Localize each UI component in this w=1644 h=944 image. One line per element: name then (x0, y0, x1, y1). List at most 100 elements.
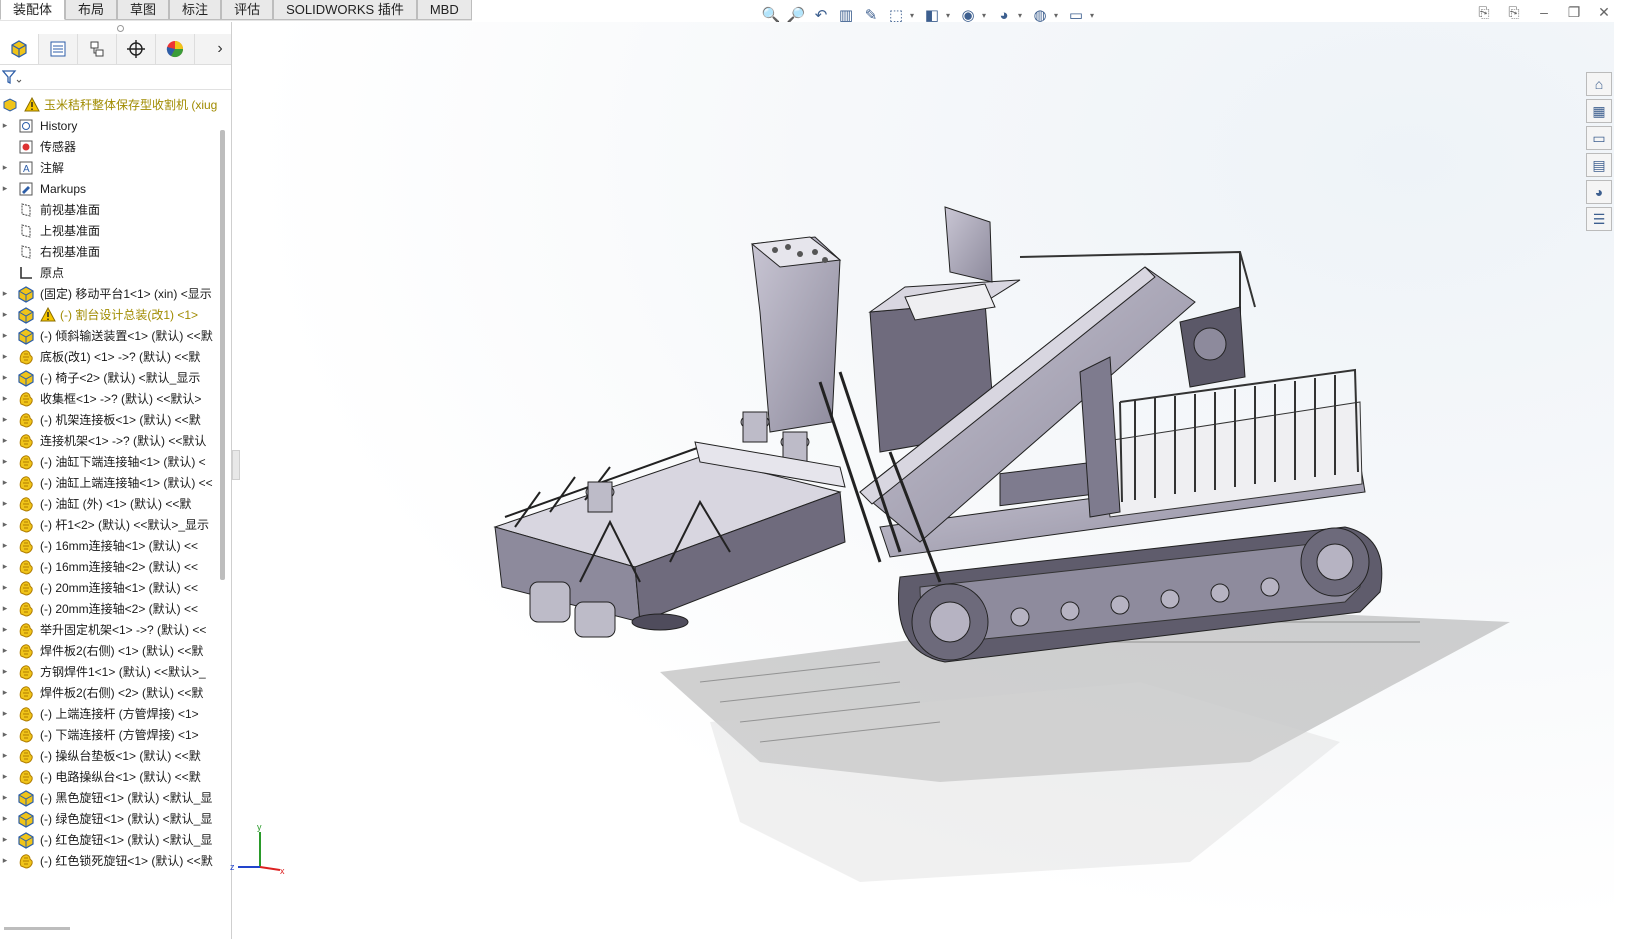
tree-item[interactable]: ▸ 方钢焊件1<1> (默认) <<默认>_ (0, 661, 222, 682)
expand-arrow-icon[interactable]: ▸ (0, 834, 10, 845)
tree-item[interactable]: 原点 (0, 262, 222, 283)
tree-item[interactable]: ▸ 收集框<1> ->? (默认) <<默认> (0, 388, 222, 409)
graphics-area[interactable]: ⌂ ▦ ▭ ▤ ◕ ☰ y x z (230, 22, 1614, 939)
tree-item[interactable]: ▸ (-) 油缸上端连接轴<1> (默认) << (0, 472, 222, 493)
tree-item[interactable]: ▸ (-) 倾斜输送装置<1> (默认) <<默 (0, 325, 222, 346)
tree-item[interactable]: ▸ 焊件板2(右侧) <2> (默认) <<默 (0, 682, 222, 703)
tab-3[interactable]: 标注 (169, 0, 222, 20)
expand-arrow-icon[interactable]: ▸ (0, 792, 10, 803)
expand-arrow-icon[interactable]: ▸ (0, 456, 10, 467)
expand-arrow-icon[interactable]: ▸ (0, 624, 10, 635)
dropdown-arrow-icon[interactable]: ▾ (1090, 11, 1098, 20)
tree-item[interactable]: 右视基准面 (0, 241, 222, 262)
expand-arrow-icon[interactable]: ▸ (0, 645, 10, 656)
expand-arrow-icon[interactable]: ▸ (0, 309, 10, 320)
tree-item[interactable]: ▸ (-) 红色旋钮<1> (默认) <默认_显 (0, 829, 222, 850)
expand-arrow-icon[interactable]: ▸ (0, 162, 10, 173)
dropdown-arrow-icon[interactable]: ▾ (946, 11, 954, 20)
expand-arrow-icon[interactable]: ▸ (0, 582, 10, 593)
custom-properties-icon[interactable]: ☰ (1586, 207, 1612, 231)
tree-horizontal-scrollbar[interactable] (4, 927, 70, 930)
tree-item[interactable]: ▸ (-) 椅子<2> (默认) <默认_显示 (0, 367, 222, 388)
propertymanager-tab[interactable] (39, 34, 78, 64)
expand-arrow-icon[interactable]: ▸ (0, 855, 10, 866)
expand-arrow-icon[interactable]: ▸ (0, 687, 10, 698)
tree-item[interactable]: ▸ 举升固定机架<1> ->? (默认) << (0, 619, 222, 640)
expand-arrow-icon[interactable]: ▸ (0, 771, 10, 782)
expand-arrow-icon[interactable]: ▸ (0, 435, 10, 446)
tab-1[interactable]: 布局 (65, 0, 118, 20)
dimxpertmanager-tab[interactable] (117, 34, 156, 64)
tree-root[interactable]: 玉米秸秆整体保存型收割机 (xiug (0, 94, 222, 115)
expand-arrow-icon[interactable]: ▸ (0, 750, 10, 761)
restore-left-icon[interactable]: ⎘ (1474, 4, 1494, 21)
tree-item[interactable]: ▸ (-) 电路操纵台<1> (默认) <<默 (0, 766, 222, 787)
panel-grip[interactable] (0, 22, 231, 34)
tab-4[interactable]: 评估 (221, 0, 274, 20)
expand-arrow-icon[interactable]: ▸ (0, 729, 10, 740)
expand-arrow-icon[interactable]: ▸ (0, 393, 10, 404)
expand-arrow-icon[interactable]: ▸ (0, 666, 10, 677)
close-icon[interactable]: ✕ (1594, 4, 1614, 21)
tab-6[interactable]: MBD (416, 0, 472, 20)
design-library-icon[interactable]: ▦ (1586, 99, 1612, 123)
tree-item[interactable]: 前视基准面 (0, 199, 222, 220)
tree-item[interactable]: ▸ (-) 20mm连接轴<1> (默认) << (0, 577, 222, 598)
configurationmanager-tab[interactable] (78, 34, 117, 64)
expand-arrow-icon[interactable]: ▸ (0, 414, 10, 425)
tab-5[interactable]: SOLIDWORKS 插件 (273, 0, 417, 20)
tree-item[interactable]: ▸ A 注解 (0, 157, 222, 178)
tab-2[interactable]: 草图 (117, 0, 170, 20)
minimize-icon[interactable]: – (1534, 4, 1554, 21)
tree-item[interactable]: ▸ (-) 油缸下端连接轴<1> (默认) < (0, 451, 222, 472)
dropdown-arrow-icon[interactable]: ▾ (910, 11, 918, 20)
tree-item[interactable]: ▸ (固定) 移动平台1<1> (xin) <显示 (0, 283, 222, 304)
expand-arrow-icon[interactable]: ▸ (0, 561, 10, 572)
tree-item[interactable]: ▸ (-) 16mm连接轴<1> (默认) << (0, 535, 222, 556)
displaymanager-tab[interactable] (156, 34, 195, 64)
expand-arrow-icon[interactable]: ▸ (0, 477, 10, 488)
tree-item[interactable]: 传感器 (0, 136, 222, 157)
tree-item[interactable]: ▸ Markups (0, 178, 222, 199)
expand-arrow-icon[interactable]: ▸ (0, 120, 10, 131)
expand-arrow-icon[interactable]: ▸ (0, 519, 10, 530)
tree-item[interactable]: ▸ (-) 下端连接杆 (方管焊接) <1> (0, 724, 222, 745)
tree-item[interactable]: 上视基准面 (0, 220, 222, 241)
dropdown-arrow-icon[interactable]: ▾ (1054, 11, 1062, 20)
appearances-icon[interactable]: ◕ (1586, 180, 1612, 204)
tree-item[interactable]: ▸ (-) 上端连接杆 (方管焊接) <1> (0, 703, 222, 724)
tree-item[interactable]: ▸ (-) 操纵台垫板<1> (默认) <<默 (0, 745, 222, 766)
tree-filter[interactable] (0, 65, 231, 90)
tree-vertical-scrollbar[interactable] (220, 130, 225, 580)
expand-arrow-icon[interactable]: ▸ (0, 330, 10, 341)
expand-arrow-icon[interactable]: ▸ (0, 183, 10, 194)
tab-0[interactable]: 装配体 (0, 0, 66, 20)
panel-splitter[interactable] (232, 450, 240, 480)
tree-item[interactable]: ▸ 连接机架<1> ->? (默认) <<默认 (0, 430, 222, 451)
more-tabs-chevron-icon[interactable]: › (209, 40, 231, 58)
tree-item[interactable]: ▸ (-) 16mm连接轴<2> (默认) << (0, 556, 222, 577)
expand-arrow-icon[interactable]: ▸ (0, 708, 10, 719)
tree-item[interactable]: ▸ 焊件板2(右侧) <1> (默认) <<默 (0, 640, 222, 661)
tree-item[interactable]: ▸ (-) 20mm连接轴<2> (默认) << (0, 598, 222, 619)
tree-item[interactable]: ▸ (-) 绿色旋钮<1> (默认) <默认_显 (0, 808, 222, 829)
expand-arrow-icon[interactable]: ▸ (0, 372, 10, 383)
tree-item[interactable]: ▸ 底板(改1) <1> ->? (默认) <<默 (0, 346, 222, 367)
view-palette-icon[interactable]: ▤ (1586, 153, 1612, 177)
expand-arrow-icon[interactable]: ▸ (0, 351, 10, 362)
file-explorer-icon[interactable]: ▭ (1586, 126, 1612, 150)
tree-item[interactable]: ▸ (-) 黑色旋钮<1> (默认) <默认_显 (0, 787, 222, 808)
restore-right-icon[interactable]: ⎘ (1504, 4, 1524, 21)
dropdown-arrow-icon[interactable]: ▾ (1018, 11, 1026, 20)
maximize-icon[interactable]: ❐ (1564, 4, 1584, 21)
home-icon[interactable]: ⌂ (1586, 72, 1612, 96)
expand-arrow-icon[interactable]: ▸ (0, 288, 10, 299)
expand-arrow-icon[interactable]: ▸ (0, 603, 10, 614)
expand-arrow-icon[interactable]: ▸ (0, 813, 10, 824)
expand-arrow-icon[interactable]: ▸ (0, 540, 10, 551)
tree-item[interactable]: ▸ History (0, 115, 222, 136)
featuremanager-tab[interactable] (0, 34, 39, 64)
dropdown-arrow-icon[interactable]: ▾ (982, 11, 990, 20)
tree-item[interactable]: ▸ (-) 油缸 (外) <1> (默认) <<默 (0, 493, 222, 514)
tree-item[interactable]: ▸ (-) 红色锁死旋钮<1> (默认) <<默 (0, 850, 222, 871)
